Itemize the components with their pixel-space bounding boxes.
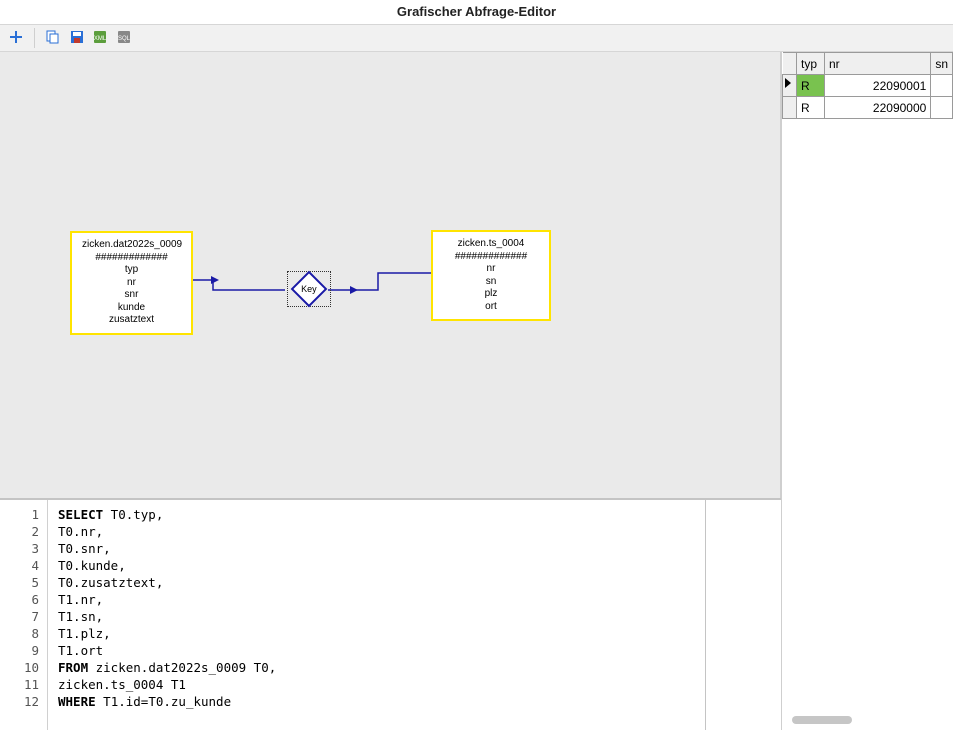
cell-sn[interactable] xyxy=(931,75,953,97)
entity-t1[interactable]: zicken.ts_0004#############nrsnplzort xyxy=(431,230,551,321)
cell-sn[interactable] xyxy=(931,97,953,119)
table-row[interactable]: R22090001 xyxy=(783,75,953,97)
line-number: 9 xyxy=(0,642,39,659)
connector-left xyxy=(193,274,291,301)
sql-line[interactable]: T0.nr, xyxy=(58,523,276,540)
relation-label: Key xyxy=(301,284,317,294)
col-sn[interactable]: sn xyxy=(931,53,953,75)
sql-divider[interactable] xyxy=(705,500,706,730)
row-pointer-icon xyxy=(785,78,791,88)
sql-line[interactable]: T1.plz, xyxy=(58,625,276,642)
diagram-canvas[interactable]: Key zicken.dat2022s_0009#############typ… xyxy=(0,52,781,498)
line-number: 1 xyxy=(0,506,39,523)
connector-right xyxy=(328,267,436,300)
sql-line[interactable]: SELECT T0.typ, xyxy=(58,506,276,523)
line-number: 12 xyxy=(0,693,39,710)
sql-line[interactable]: T0.snr, xyxy=(58,540,276,557)
line-number: 10 xyxy=(0,659,39,676)
svg-text:XML: XML xyxy=(94,36,107,42)
cell-typ[interactable]: R xyxy=(797,97,825,119)
line-number: 2 xyxy=(0,523,39,540)
copy-icon xyxy=(46,30,60,47)
sql-line[interactable]: T0.zusatztext, xyxy=(58,574,276,591)
results-table[interactable]: typ nr sn R22090001R22090000 xyxy=(782,52,953,119)
cell-nr[interactable]: 22090001 xyxy=(825,75,931,97)
entity-field[interactable]: ort xyxy=(443,301,539,314)
row-header[interactable] xyxy=(783,97,797,119)
sql-line[interactable]: FROM zicken.dat2022s_0009 T0, xyxy=(58,659,276,676)
window-title: Grafischer Abfrage-Editor xyxy=(0,0,953,24)
col-nr[interactable]: nr xyxy=(825,53,931,75)
export-sql-button[interactable]: SQL xyxy=(115,28,135,48)
grid-corner xyxy=(783,53,797,75)
entity-field[interactable]: nr xyxy=(443,263,539,276)
entity-separator: ############# xyxy=(82,252,181,265)
entity-field[interactable]: nr xyxy=(82,277,181,290)
table-row[interactable]: R22090000 xyxy=(783,97,953,119)
line-number: 8 xyxy=(0,625,39,642)
results-panel: typ nr sn R22090001R22090000 xyxy=(781,52,953,730)
line-number: 6 xyxy=(0,591,39,608)
horizontal-scrollbar[interactable] xyxy=(792,716,852,724)
entity-title: zicken.ts_0004 xyxy=(443,238,539,251)
copy-button[interactable] xyxy=(43,28,63,48)
entity-field[interactable]: snr xyxy=(82,289,181,302)
entity-field[interactable]: typ xyxy=(82,264,181,277)
row-header[interactable] xyxy=(783,75,797,97)
entity-title: zicken.dat2022s_0009 xyxy=(82,239,181,252)
cell-typ[interactable]: R xyxy=(797,75,825,97)
sql-code[interactable]: SELECT T0.typ,T0.nr,T0.snr,T0.kunde,T0.z… xyxy=(48,500,286,730)
entity-field[interactable]: plz xyxy=(443,288,539,301)
entity-field[interactable]: zusatztext xyxy=(82,314,181,327)
col-typ[interactable]: typ xyxy=(797,53,825,75)
line-number: 4 xyxy=(0,557,39,574)
sql-line[interactable]: T0.kunde, xyxy=(58,557,276,574)
entity-field[interactable]: kunde xyxy=(82,302,181,315)
xml-icon: XML xyxy=(93,30,109,47)
window-title-text: Grafischer Abfrage-Editor xyxy=(397,4,556,19)
sql-line[interactable]: zicken.ts_0004 T1 xyxy=(58,676,276,693)
svg-text:SQL: SQL xyxy=(118,36,131,42)
entity-t0[interactable]: zicken.dat2022s_0009#############typnrsn… xyxy=(70,231,193,335)
sql-icon: SQL xyxy=(117,30,133,47)
toolbar: XML SQL xyxy=(0,24,953,52)
save-icon xyxy=(70,30,84,47)
add-button[interactable] xyxy=(6,28,26,48)
sql-line[interactable]: T1.sn, xyxy=(58,608,276,625)
entity-field[interactable]: sn xyxy=(443,276,539,289)
sql-editor[interactable]: 123456789101112 SELECT T0.typ,T0.nr,T0.s… xyxy=(0,498,781,730)
plus-icon xyxy=(9,30,23,47)
cell-nr[interactable]: 22090000 xyxy=(825,97,931,119)
sql-line[interactable]: T1.nr, xyxy=(58,591,276,608)
entity-separator: ############# xyxy=(443,251,539,264)
export-xml-button[interactable]: XML xyxy=(91,28,111,48)
line-number: 5 xyxy=(0,574,39,591)
relation-node[interactable]: Key xyxy=(287,271,331,307)
line-number: 7 xyxy=(0,608,39,625)
toolbar-separator xyxy=(34,28,35,48)
sql-gutter: 123456789101112 xyxy=(0,500,48,730)
line-number: 11 xyxy=(0,676,39,693)
diamond-icon: Key xyxy=(291,271,328,308)
line-number: 3 xyxy=(0,540,39,557)
sql-line[interactable]: T1.ort xyxy=(58,642,276,659)
sql-line[interactable]: WHERE T1.id=T0.zu_kunde xyxy=(58,693,276,710)
save-button[interactable] xyxy=(67,28,87,48)
